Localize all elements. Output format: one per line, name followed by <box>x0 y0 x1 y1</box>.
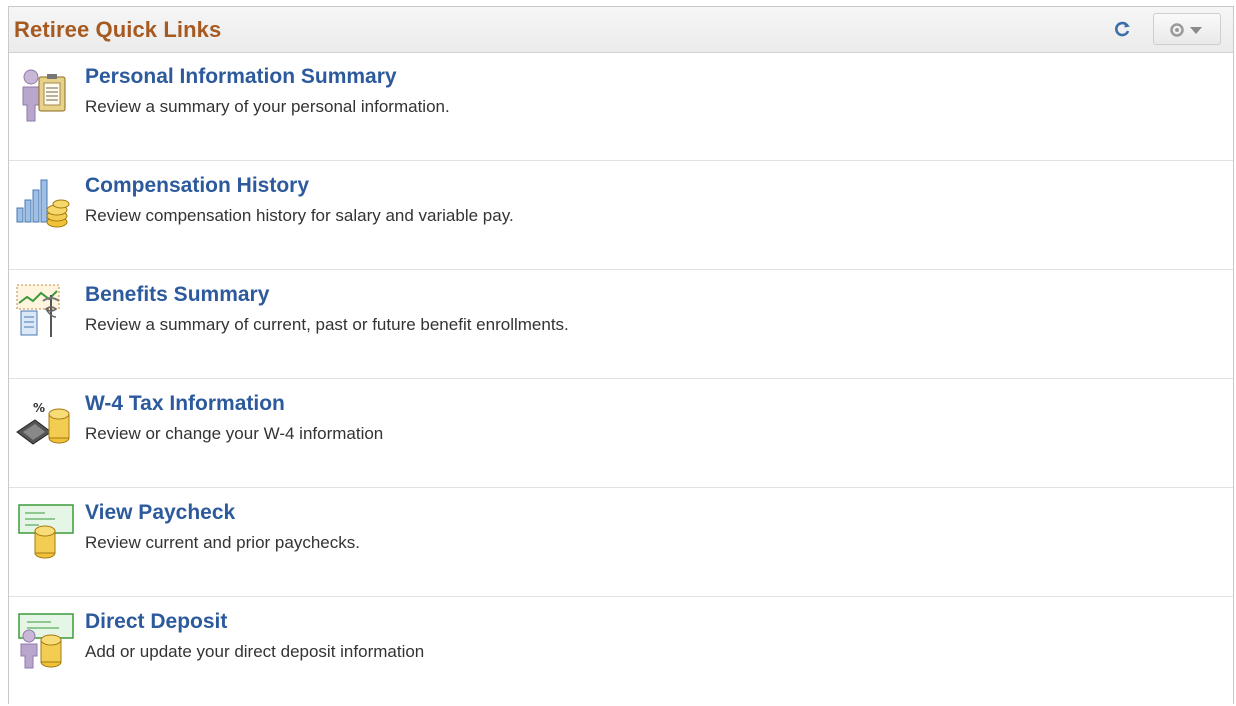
person-clipboard-icon[interactable] <box>15 65 77 125</box>
quick-link-row: Direct Deposit Add or update your direct… <box>9 598 1233 706</box>
deposit-person-coins-icon[interactable] <box>15 610 77 670</box>
personal-information-summary-link[interactable]: Personal Information Summary <box>85 65 397 89</box>
compensation-history-link[interactable]: Compensation History <box>85 174 309 198</box>
chevron-down-icon <box>1190 27 1202 34</box>
refresh-icon[interactable] <box>1112 19 1132 39</box>
gear-icon <box>1170 23 1184 37</box>
benefits-summary-link[interactable]: Benefits Summary <box>85 283 269 307</box>
w4-tax-information-link[interactable]: W-4 Tax Information <box>85 392 285 416</box>
quick-link-row: Benefits Summary Review a summary of cur… <box>9 271 1233 379</box>
view-paycheck-link[interactable]: View Paycheck <box>85 501 235 525</box>
link-description: Review or change your W-4 information <box>85 424 384 443</box>
pagelet-header: Retiree Quick Links <box>9 7 1233 53</box>
quick-link-row: View Paycheck Review current and prior p… <box>9 489 1233 597</box>
benefits-caduceus-icon[interactable] <box>15 283 77 343</box>
paycheck-coins-icon[interactable] <box>15 501 77 561</box>
quick-link-row: Personal Information Summary Review a su… <box>9 53 1233 161</box>
quick-link-row: % W-4 Tax Information Review or change y… <box>9 380 1233 488</box>
retiree-quick-links-pagelet: Retiree Quick Links Personal Information… <box>8 6 1234 704</box>
link-description: Review a summary of current, past or fut… <box>85 315 569 334</box>
bar-chart-coins-icon[interactable] <box>15 174 77 234</box>
link-description: Review a summary of your personal inform… <box>85 97 450 116</box>
pagelet-title: Retiree Quick Links <box>14 17 222 42</box>
pagelet-settings-button[interactable] <box>1153 13 1221 45</box>
link-description: Review compensation history for salary a… <box>85 206 514 225</box>
svg-text:%: % <box>33 401 45 415</box>
calculator-coins-icon[interactable]: % <box>15 392 77 452</box>
link-description: Add or update your direct deposit inform… <box>85 642 425 661</box>
quick-link-row: Compensation History Review compensation… <box>9 162 1233 270</box>
direct-deposit-link[interactable]: Direct Deposit <box>85 610 227 634</box>
link-description: Review current and prior paychecks. <box>85 533 360 552</box>
